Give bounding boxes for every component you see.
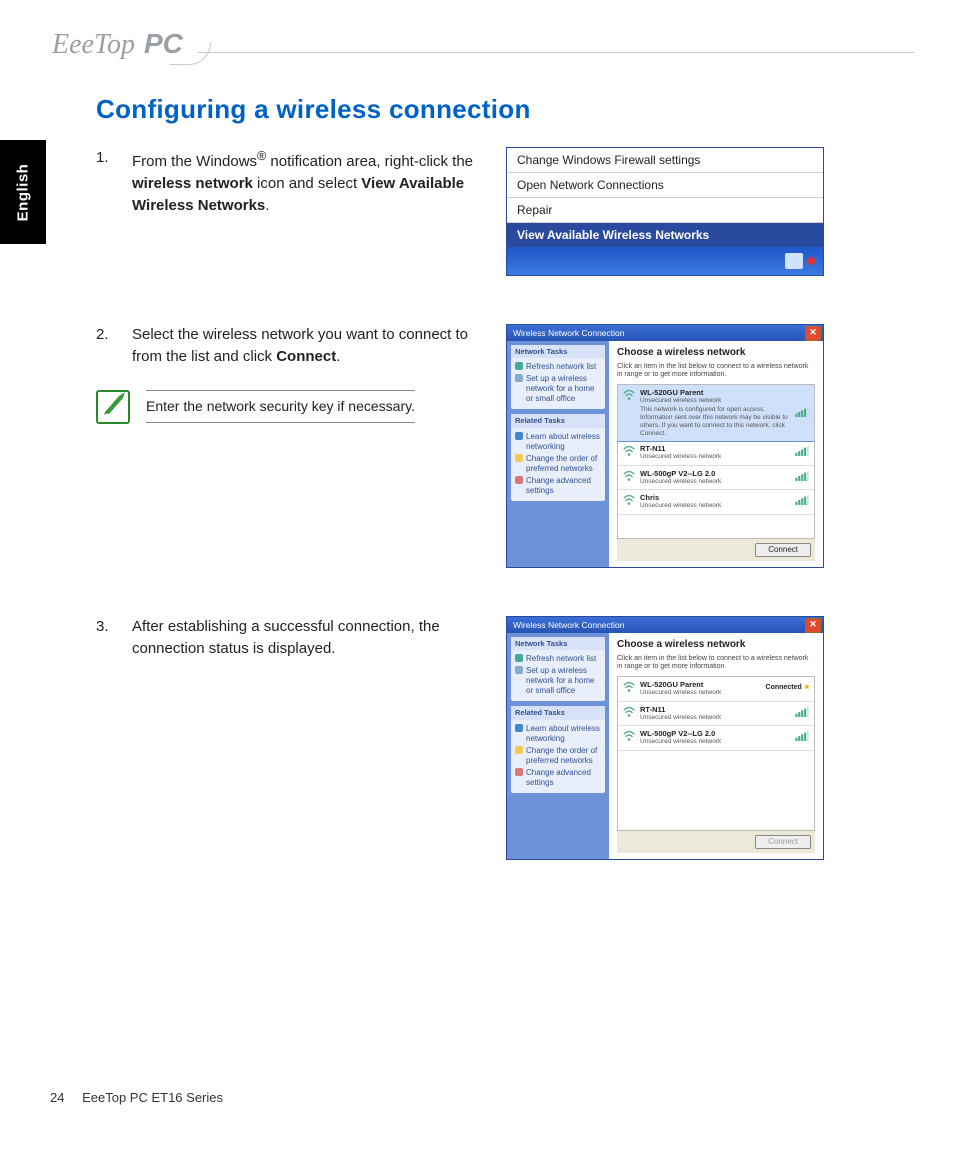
close-icon[interactable]: ✕ — [805, 618, 821, 633]
context-menu-figure: Change Windows Firewall settings Open Ne… — [506, 147, 824, 276]
network-list: WL-520GU ParentUnsecured wireless networ… — [617, 676, 815, 831]
panel-heading: Network Tasks — [511, 345, 605, 358]
pane-subtext: Click an item in the list below to conne… — [617, 655, 815, 673]
wireless-window-figure-1: Wireless Network Connection ✕ Network Ta… — [506, 324, 824, 568]
content-area: Configuring a wireless connection 1. Fro… — [96, 94, 906, 908]
window-title: Wireless Network Connection — [513, 328, 624, 339]
titlebar: Wireless Network Connection ✕ — [507, 325, 823, 341]
page-title: Configuring a wireless connection — [96, 94, 906, 125]
step-number: 2. — [96, 324, 114, 368]
network-item[interactable]: ChrisUnsecured wireless network — [618, 490, 814, 515]
language-label: English — [15, 163, 32, 221]
order-link[interactable]: Change the order of preferred networks — [515, 453, 601, 475]
window-title: Wireless Network Connection — [513, 620, 624, 631]
network-item[interactable]: WL-520GU ParentUnsecured wireless networ… — [617, 384, 815, 442]
step-2-row: 2. Select the wireless network you want … — [96, 324, 906, 568]
panel-heading: Related Tasks — [511, 414, 605, 427]
page-number: 24 — [50, 1090, 64, 1105]
step-1-text: 1. From the Windows® notification area, … — [96, 147, 476, 216]
taskbar-tray — [507, 247, 823, 275]
network-item[interactable]: RT-N11Unsecured wireless network — [618, 441, 814, 466]
header-rule-curve — [170, 42, 211, 65]
sidebar: Network Tasks Refresh network list Set u… — [507, 341, 609, 567]
step-2-text: 2. Select the wireless network you want … — [96, 324, 476, 424]
tray-error-icon — [807, 257, 815, 265]
panel-heading: Network Tasks — [511, 637, 605, 650]
tip-text: Enter the network security key if necess… — [146, 390, 415, 422]
learn-link[interactable]: Learn about wireless networking — [515, 431, 601, 453]
setup-link[interactable]: Set up a wireless network for a home or … — [515, 665, 601, 697]
step-body: Select the wireless network you want to … — [132, 324, 476, 368]
main-pane: Choose a wireless network Click an item … — [609, 633, 823, 859]
step-3-row: 3. After establishing a successful conne… — [96, 616, 906, 860]
step-3-text: 3. After establishing a successful conne… — [96, 616, 476, 660]
main-pane: Choose a wireless network Click an item … — [609, 341, 823, 567]
connect-button[interactable]: Connect — [755, 543, 811, 557]
learn-link[interactable]: Learn about wireless networking — [515, 723, 601, 745]
network-item[interactable]: RT-N11Unsecured wireless network — [618, 702, 814, 727]
page-footer: 24 EeeTop PC ET16 Series — [50, 1090, 223, 1105]
pane-heading: Choose a wireless network — [617, 347, 815, 360]
sidebar: Network Tasks Refresh network list Set u… — [507, 633, 609, 859]
order-link[interactable]: Change the order of preferred networks — [515, 745, 601, 767]
refresh-link[interactable]: Refresh network list — [515, 653, 601, 665]
setup-link[interactable]: Set up a wireless network for a home or … — [515, 373, 601, 405]
step-1-row: 1. From the Windows® notification area, … — [96, 147, 906, 276]
titlebar: Wireless Network Connection ✕ — [507, 617, 823, 633]
step-number: 3. — [96, 616, 114, 660]
menu-item-selected[interactable]: View Available Wireless Networks — [507, 223, 823, 247]
wireless-tray-icon[interactable] — [785, 253, 803, 269]
panel-heading: Related Tasks — [511, 706, 605, 719]
wireless-window-figure-2: Wireless Network Connection ✕ Network Ta… — [506, 616, 824, 860]
advanced-link[interactable]: Change advanced settings — [515, 767, 601, 789]
connect-button[interactable]: Connect — [755, 835, 811, 849]
network-item[interactable]: WL-520GU ParentUnsecured wireless networ… — [618, 677, 814, 702]
menu-item[interactable]: Change Windows Firewall settings — [507, 148, 823, 173]
language-tab: English — [0, 140, 46, 244]
network-item[interactable]: WL-500gP V2--LG 2.0Unsecured wireless ne… — [618, 466, 814, 491]
menu-item[interactable]: Repair — [507, 198, 823, 223]
note-icon — [96, 390, 130, 424]
footer-title: EeeTop PC ET16 Series — [82, 1090, 223, 1105]
pane-heading: Choose a wireless network — [617, 639, 815, 652]
pane-subtext: Click an item in the list below to conne… — [617, 363, 815, 381]
brand-text: EeeTop — [52, 29, 135, 60]
refresh-link[interactable]: Refresh network list — [515, 361, 601, 373]
brand-logo: EeeTop PC — [52, 28, 183, 61]
step-number: 1. — [96, 147, 114, 216]
advanced-link[interactable]: Change advanced settings — [515, 475, 601, 497]
tip-box: Enter the network security key if necess… — [96, 390, 476, 424]
menu-item[interactable]: Open Network Connections — [507, 173, 823, 198]
step-body: From the Windows® notification area, rig… — [132, 147, 476, 216]
network-list: WL-520GU ParentUnsecured wireless networ… — [617, 384, 815, 539]
network-item[interactable]: WL-500gP V2--LG 2.0Unsecured wireless ne… — [618, 726, 814, 751]
step-body: After establishing a successful connecti… — [132, 616, 476, 660]
manual-page: EeeTop PC English Configuring a wireless… — [0, 0, 954, 1155]
close-icon[interactable]: ✕ — [805, 326, 821, 341]
header-rule — [198, 52, 914, 53]
